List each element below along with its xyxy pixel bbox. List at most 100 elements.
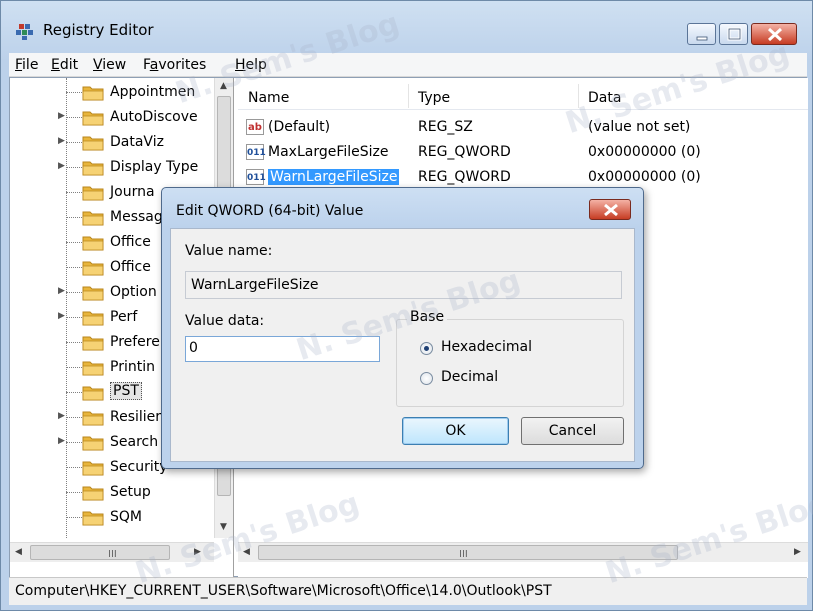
tree-item-label: Perf	[110, 309, 138, 325]
decimal-label[interactable]: Decimal	[441, 369, 498, 385]
tree-connector	[66, 117, 82, 118]
maximize-button[interactable]	[719, 23, 748, 45]
maximize-icon	[727, 27, 742, 41]
value-type-cell: REG_QWORD	[418, 144, 511, 160]
tree-item[interactable]: ▶ DataViz	[10, 130, 210, 155]
tree-item-label: Display Type	[110, 159, 199, 175]
tree-connector	[66, 492, 82, 493]
tree-connector	[66, 442, 82, 443]
ok-button[interactable]: OK	[402, 417, 509, 445]
tree-connector	[66, 267, 82, 268]
column-header-name[interactable]: Name	[248, 90, 289, 106]
folder-icon	[82, 434, 104, 451]
tree-item[interactable]: Appointmen	[10, 80, 210, 105]
close-icon	[604, 203, 618, 217]
window-title: Registry Editor	[43, 21, 154, 39]
column-divider[interactable]	[578, 84, 579, 108]
folder-icon	[82, 134, 104, 151]
tree-item[interactable]: SQM	[10, 505, 210, 530]
tree-item[interactable]: ▶ Display Type	[10, 155, 210, 180]
folder-icon	[82, 309, 104, 326]
tree-item-label: PST	[110, 382, 142, 400]
value-data-cell: 0x00000000 (0)	[588, 169, 701, 185]
dialog-title: Edit QWORD (64-bit) Value	[176, 203, 364, 219]
tree-item-label: Option	[110, 284, 157, 300]
tree-hscroll-thumb[interactable]: III	[30, 545, 170, 560]
expand-arrow-icon[interactable]: ▶	[58, 111, 65, 121]
folder-icon	[82, 384, 104, 401]
close-icon	[767, 27, 783, 42]
folder-icon	[82, 159, 104, 176]
tree-connector	[66, 192, 82, 193]
scroll-down-icon[interactable]: ▼	[220, 522, 227, 532]
close-button[interactable]	[751, 23, 797, 45]
folder-icon	[82, 84, 104, 101]
tree-item[interactable]: ▶ AutoDiscove	[10, 105, 210, 130]
decimal-radio[interactable]	[420, 372, 433, 385]
dialog-close-button[interactable]	[589, 199, 631, 220]
tree-item-label: Setup	[110, 484, 151, 500]
hexadecimal-radio[interactable]	[420, 342, 433, 355]
list-row[interactable]: 011 MaxLargeFileSize REG_QWORD 0x00000000 (…	[238, 141, 808, 165]
tree-connector	[66, 417, 82, 418]
menu-edit[interactable]: Edit	[51, 57, 78, 73]
expand-arrow-icon[interactable]: ▶	[58, 411, 65, 421]
grip-icon: III	[459, 549, 468, 560]
tree-connector	[66, 342, 82, 343]
list-row[interactable]: ab (Default) REG_SZ (value not set)	[238, 116, 808, 140]
value-type-cell: REG_QWORD	[418, 169, 511, 185]
value-data-input[interactable]: 0	[185, 336, 380, 362]
tree-item-label: AutoDiscove	[110, 109, 198, 125]
scroll-up-icon[interactable]: ▲	[220, 81, 227, 91]
value-data-cell: 0x00000000 (0)	[588, 144, 701, 160]
column-header-data[interactable]: Data	[588, 90, 621, 106]
grip-icon: III	[108, 549, 117, 560]
tree-connector	[66, 167, 82, 168]
tree-item-label: Messag	[110, 209, 163, 225]
folder-icon	[82, 359, 104, 376]
folder-icon	[82, 234, 104, 251]
expand-arrow-icon[interactable]: ▶	[58, 311, 65, 321]
value-data-cell: (value not set)	[588, 119, 691, 135]
tree-item-label: SQM	[110, 509, 142, 525]
menu-file[interactable]: File	[15, 57, 38, 73]
value-type-cell: REG_SZ	[418, 119, 473, 135]
tree-connector	[66, 217, 82, 218]
tree-connector	[66, 242, 82, 243]
scroll-right-icon[interactable]: ▶	[194, 547, 201, 557]
folder-icon	[82, 409, 104, 426]
tree-item[interactable]: Setup	[10, 480, 210, 505]
expand-arrow-icon[interactable]: ▶	[58, 136, 65, 146]
scroll-left-icon[interactable]: ◀	[243, 547, 250, 557]
value-name-cell: (Default)	[268, 119, 331, 135]
scroll-right-icon[interactable]: ▶	[794, 547, 801, 557]
tree-horizontal-scrollbar[interactable]: ◀ III ▶	[10, 542, 214, 562]
tree-connector	[66, 517, 82, 518]
column-divider[interactable]	[408, 84, 409, 108]
tree-item-label: DataViz	[110, 134, 164, 150]
value-name-field[interactable]: WarnLargeFileSize	[185, 271, 622, 299]
expand-arrow-icon[interactable]: ▶	[58, 436, 65, 446]
menu-favorites[interactable]: Favorites	[143, 57, 206, 73]
menu-view[interactable]: View	[93, 57, 126, 73]
registry-app-icon	[16, 24, 33, 40]
dialog-body: Value name: WarnLargeFileSize Value data…	[170, 228, 635, 462]
folder-icon	[82, 509, 104, 526]
tree-connector	[66, 317, 82, 318]
minimize-button[interactable]	[687, 23, 716, 45]
list-hscroll-thumb[interactable]: III	[258, 545, 678, 560]
edit-qword-dialog[interactable]: Edit QWORD (64-bit) Value Value name: Wa…	[161, 187, 644, 469]
list-horizontal-scrollbar[interactable]: ◀ III ▶	[238, 542, 808, 562]
tree-item-label: Office	[110, 259, 151, 275]
menu-help[interactable]: Help	[235, 57, 267, 73]
tree-item-label: Security	[110, 459, 168, 475]
scroll-left-icon[interactable]: ◀	[15, 547, 22, 557]
expand-arrow-icon[interactable]: ▶	[58, 161, 65, 171]
title-bar[interactable]: Registry Editor	[1, 1, 812, 53]
hexadecimal-label[interactable]: Hexadecimal	[441, 339, 532, 355]
tree-connector	[66, 142, 82, 143]
expand-arrow-icon[interactable]: ▶	[58, 286, 65, 296]
cancel-button[interactable]: Cancel	[521, 417, 624, 445]
column-header-type[interactable]: Type	[418, 90, 450, 106]
list-header: Name Type Data	[238, 84, 808, 110]
